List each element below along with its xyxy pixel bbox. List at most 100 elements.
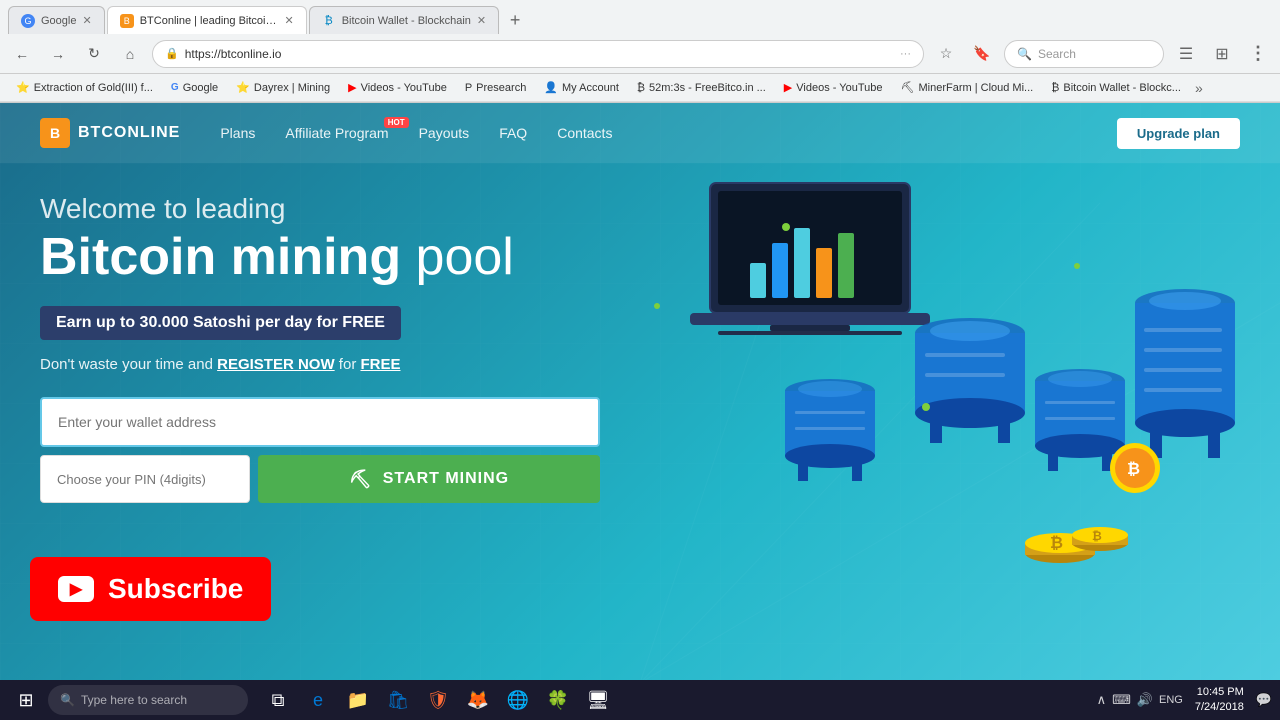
subscribe-button[interactable]: ▶ Subscribe — [30, 557, 271, 621]
forward-button[interactable]: → — [44, 40, 72, 68]
tab-blockchain-close[interactable]: ✕ — [477, 14, 486, 27]
bookmark-youtube2[interactable]: ▶ Videos - YouTube — [776, 79, 891, 96]
bookmark-presearch-icon: P — [465, 82, 472, 94]
form-section: ⛏ START MINING — [40, 397, 600, 503]
bookmark-youtube1-icon: ▶ — [348, 81, 356, 94]
browser-chrome: G Google ✕ B BTConline | leading Bitcoin… — [0, 0, 1280, 103]
bookmarks-overflow[interactable]: » — [1195, 80, 1203, 96]
taskbar-volume-icon[interactable]: 🔊 — [1137, 692, 1153, 708]
address-bar[interactable]: 🔒 https://btconline.io ··· — [152, 40, 924, 68]
bookmark-minerfarm[interactable]: ⛏ MinerFarm | Cloud Mi... — [893, 79, 1042, 96]
taskbar-lang[interactable]: ENG — [1159, 694, 1183, 706]
tab-blockchain[interactable]: ₿ Bitcoin Wallet - Blockchain ✕ — [309, 6, 499, 34]
pin-input[interactable] — [40, 455, 250, 503]
tab-btconline-label: BTConline | leading Bitcoin mi... — [140, 15, 279, 27]
bookmark-youtube2-icon: ▶ — [784, 81, 792, 94]
taskbar-right: ∧ ⌨ 🔊 ENG 10:45 PM 7/24/2018 💬 — [1097, 685, 1272, 716]
reading-list-icon[interactable]: ☰ — [1172, 40, 1200, 68]
zoom-icon[interactable]: ⊞ — [1208, 40, 1236, 68]
notification-icon[interactable]: 💬 — [1256, 692, 1272, 708]
free-link[interactable]: FREE — [360, 356, 400, 373]
new-tab-button[interactable]: + — [501, 6, 529, 34]
website-content: B BTCONLINE Plans Affiliate Program HOT … — [0, 103, 1280, 681]
tab-blockchain-label: Bitcoin Wallet - Blockchain — [342, 15, 471, 27]
start-button[interactable]: ⊞ — [8, 682, 44, 718]
form-row: ⛏ START MINING — [40, 455, 600, 503]
register-now-link[interactable]: REGISTER NOW — [217, 356, 335, 373]
bookmark-google[interactable]: G Google — [163, 80, 226, 96]
tab-btconline-close[interactable]: ✕ — [284, 14, 293, 27]
taskbar-folder[interactable]: 📁 — [340, 682, 376, 718]
youtube-icon: ▶ — [58, 576, 94, 602]
bookmark-google-icon: G — [171, 82, 179, 93]
hero-title: Bitcoin mining pool — [40, 229, 1240, 286]
taskbar-store[interactable]: 🛍 — [380, 682, 416, 718]
site-logo: B BTCONLINE — [40, 118, 180, 148]
svg-text:₿: ₿ — [1092, 529, 1102, 543]
bookmark-presearch[interactable]: P Presearch — [457, 80, 534, 96]
address-more: ··· — [900, 48, 911, 60]
taskbar-search-box[interactable]: 🔍 Type here to search — [48, 685, 248, 715]
svg-text:₿: ₿ — [1050, 534, 1063, 552]
bookmark-blockchain[interactable]: ₿ Bitcoin Wallet - Blockc... — [1043, 80, 1189, 96]
register-text: Don't waste your time and REGISTER NOW f… — [40, 356, 1240, 373]
wallet-address-input[interactable] — [40, 397, 600, 447]
upgrade-button[interactable]: Upgrade plan — [1117, 118, 1240, 149]
bookmark-youtube1[interactable]: ▶ Videos - YouTube — [340, 79, 455, 96]
nav-affiliate[interactable]: Affiliate Program HOT — [285, 125, 388, 141]
google-favicon: G — [21, 14, 35, 28]
taskbar-arrow-icon[interactable]: ∧ — [1097, 692, 1107, 708]
bookmark-myaccount-icon: 👤 — [544, 81, 558, 94]
start-mining-button[interactable]: ⛏ START MINING — [258, 455, 600, 503]
taskbar-search-icon: 🔍 — [60, 693, 75, 707]
site-nav-links: Plans Affiliate Program HOT Payouts FAQ … — [220, 125, 1117, 141]
bookmark-dayrex[interactable]: ⭐ Dayrex | Mining — [228, 79, 338, 96]
taskbar: ⊞ 🔍 Type here to search ⧉ e 📁 🛍 🛡 🦊 🌐 🍀 … — [0, 680, 1280, 720]
hero-title-pool: pool — [416, 228, 514, 286]
tab-google[interactable]: G Google ✕ — [8, 6, 105, 34]
hero-subtitle: Welcome to leading — [40, 193, 1240, 225]
logo-icon: B — [40, 118, 70, 148]
taskbar-datetime: 10:45 PM 7/24/2018 — [1195, 685, 1244, 716]
bookmark-freebitco[interactable]: ₿ 52m:3s - FreeBitco.in ... — [629, 80, 774, 96]
subscribe-label: Subscribe — [108, 573, 243, 605]
taskbar-firefox[interactable]: 🦊 — [460, 682, 496, 718]
nav-faq[interactable]: FAQ — [499, 125, 527, 141]
taskbar-time-display: 10:45 PM — [1195, 685, 1244, 700]
back-button[interactable]: ← — [8, 40, 36, 68]
search-box[interactable]: 🔍 Search — [1004, 40, 1164, 68]
refresh-button[interactable]: ↻ — [80, 40, 108, 68]
earn-badge: Earn up to 30.000 Satoshi per day for FR… — [40, 306, 401, 340]
btconline-favicon: B — [120, 14, 134, 28]
tab-google-close[interactable]: ✕ — [82, 14, 91, 27]
nav-plans[interactable]: Plans — [220, 125, 255, 141]
site-nav: B BTCONLINE Plans Affiliate Program HOT … — [0, 103, 1280, 163]
bookmark-myaccount[interactable]: 👤 My Account — [536, 79, 627, 96]
bookmarks-bar: ⭐ Extraction of Gold(III) f... G Google … — [0, 74, 1280, 102]
taskbar-task-view[interactable]: ⧉ — [260, 682, 296, 718]
taskbar-clover[interactable]: 🍀 — [540, 682, 576, 718]
taskbar-keyboard-icon[interactable]: ⌨ — [1112, 692, 1131, 708]
tab-btconline[interactable]: B BTConline | leading Bitcoin mi... ✕ — [107, 6, 307, 34]
bookmark-dayrex-icon: ⭐ — [236, 81, 250, 94]
tab-google-label: Google — [41, 15, 76, 27]
home-button[interactable]: ⌂ — [116, 40, 144, 68]
coins-group: ₿ ₿ — [1025, 527, 1128, 563]
bookmark-extraction[interactable]: ⭐ Extraction of Gold(III) f... — [8, 79, 161, 96]
nav-bar: ← → ↻ ⌂ 🔒 https://btconline.io ··· ☆ 🔖 🔍… — [0, 34, 1280, 74]
tabs-row: G Google ✕ B BTConline | leading Bitcoin… — [0, 0, 1280, 34]
bookmarks-star[interactable]: ☆ — [932, 40, 960, 68]
taskbar-monitor[interactable]: 🖥 — [580, 682, 616, 718]
search-icon: 🔍 — [1017, 47, 1032, 61]
bookmark-icon[interactable]: 🔖 — [968, 40, 996, 68]
nav-payouts[interactable]: Payouts — [419, 125, 470, 141]
menu-icon[interactable]: ⋮ — [1244, 40, 1272, 68]
taskbar-system-icons: ∧ ⌨ 🔊 ENG — [1097, 692, 1183, 708]
hero-title-bitcoin: Bitcoin mining — [40, 228, 401, 286]
taskbar-chrome[interactable]: 🌐 — [500, 682, 536, 718]
taskbar-security[interactable]: 🛡 — [420, 682, 456, 718]
taskbar-edge[interactable]: e — [300, 682, 336, 718]
nav-contacts[interactable]: Contacts — [557, 125, 612, 141]
taskbar-apps: ⧉ e 📁 🛍 🛡 🦊 🌐 🍀 🖥 — [260, 682, 616, 718]
taskbar-search-text: Type here to search — [81, 693, 187, 707]
